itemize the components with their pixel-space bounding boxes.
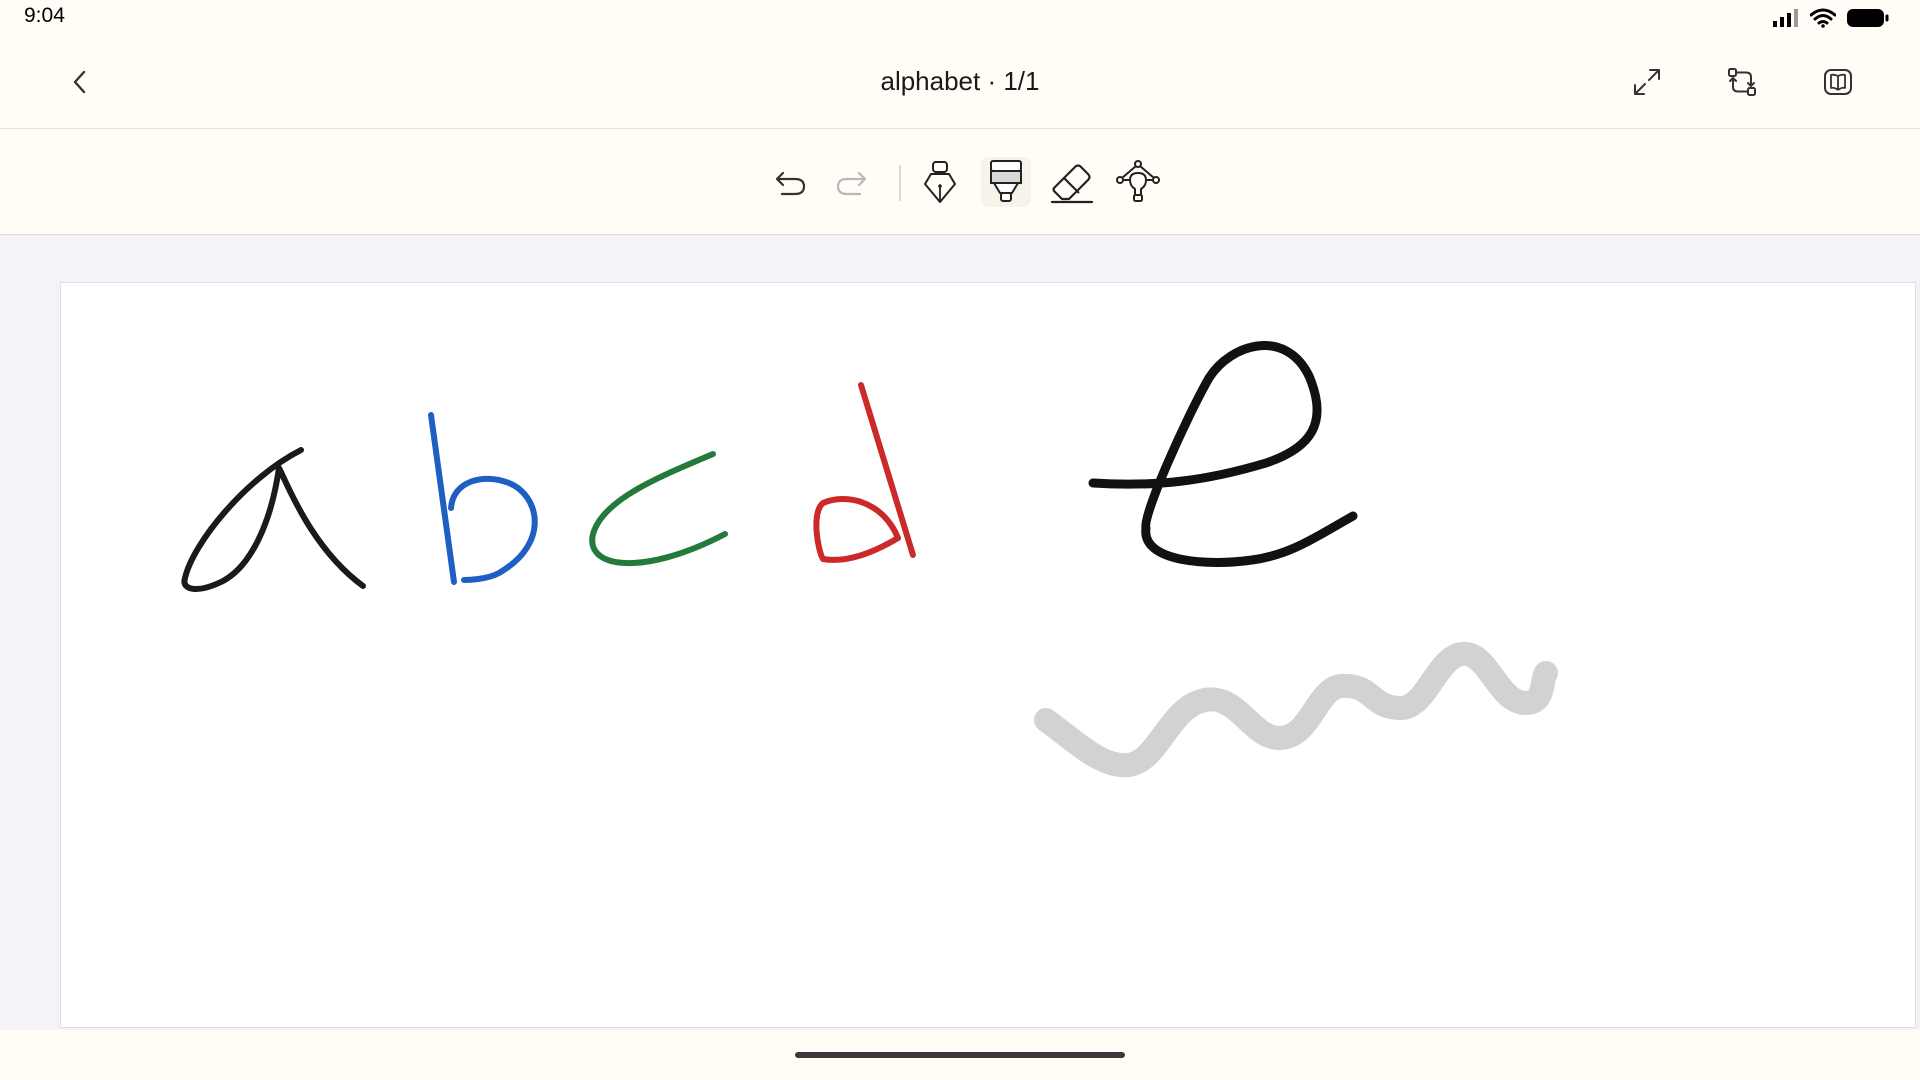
drawing-toolbar [0,129,1920,235]
book-icon [1824,69,1852,95]
letter-b[interactable] [428,412,538,585]
reading-mode-button[interactable] [1818,62,1858,102]
letter-d[interactable] [813,382,916,563]
status-icons [1772,6,1890,30]
eraser-icon [1050,164,1094,204]
status-time: 9:04 [24,4,65,27]
lasso-select-icon [1116,160,1160,202]
highlighter-icon [990,160,1022,202]
battery-icon [1847,9,1889,27]
pen-tool[interactable] [915,157,965,207]
letter-e[interactable] [1088,341,1358,567]
letter-a[interactable] [181,447,366,592]
toolbar-divider [899,165,901,201]
redo-icon [836,171,867,196]
status-bar: 9:04 [0,0,1920,36]
home-indicator[interactable] [795,1052,1125,1058]
redo-button[interactable] [826,157,876,207]
signal-icon [1773,9,1798,27]
document-header: alphabet · 1/1 [0,36,1920,129]
fullscreen-button[interactable] [1627,62,1667,102]
bottom-bar [0,1030,1920,1080]
undo-button[interactable] [766,157,816,207]
drawing-layer[interactable] [61,283,1915,1027]
highlighter-squiggle[interactable] [1034,642,1558,778]
swap-pages-icon [1728,68,1756,96]
highlighter-tool[interactable] [981,157,1031,207]
undo-icon [775,171,806,196]
expand-icon [1634,69,1660,95]
lasso-tool[interactable] [1113,157,1163,207]
notebook-page[interactable] [60,282,1916,1028]
canvas-workspace [0,235,1920,1030]
eraser-tool[interactable] [1047,157,1097,207]
reorder-pages-button[interactable] [1722,62,1762,102]
wifi-icon [1810,8,1836,28]
letter-c[interactable] [589,451,728,566]
fountain-pen-icon [924,161,956,203]
